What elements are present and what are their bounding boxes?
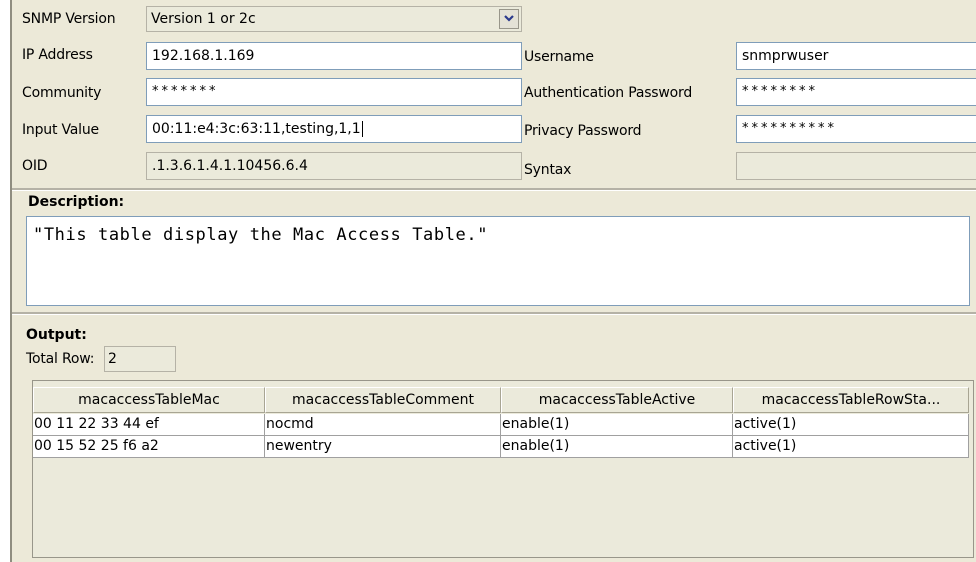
snmp-panel: SNMP Version Version 1 or 2c IP Address … [10, 0, 976, 562]
table-cell[interactable]: active(1) [733, 436, 969, 458]
output-title: Output: [26, 327, 87, 343]
text-cursor [361, 121, 363, 137]
authentication-password-label: Authentication Password [524, 85, 693, 101]
snmp-version-label: SNMP Version [22, 11, 116, 27]
table-row[interactable]: 00 15 52 25 f6 a2 newentry enable(1) act… [33, 436, 973, 458]
authentication-password-field[interactable]: ******** [736, 78, 976, 106]
table-cell[interactable]: enable(1) [501, 436, 733, 458]
input-value-label: Input Value [22, 122, 99, 138]
input-value-field[interactable]: 00:11:e4:3c:63:11,testing,1,1 [146, 115, 522, 143]
snmp-version-select[interactable]: Version 1 or 2c [146, 6, 522, 32]
description-title: Description: [28, 194, 125, 210]
output-table: macaccessTableMac macaccessTableComment … [32, 380, 974, 558]
divider [12, 312, 976, 315]
syntax-label: Syntax [524, 162, 572, 178]
oid-label: OID [22, 158, 48, 174]
table-cell[interactable]: active(1) [733, 414, 969, 436]
ip-address-field[interactable]: 192.168.1.169 [146, 42, 522, 70]
snmp-version-value: Version 1 or 2c [151, 11, 256, 27]
table-cell[interactable]: 00 15 52 25 f6 a2 [33, 436, 265, 458]
total-row-field: 2 [104, 346, 176, 372]
divider [12, 188, 976, 191]
ip-address-label: IP Address [22, 47, 93, 63]
column-header-mac[interactable]: macaccessTableMac [33, 387, 265, 413]
oid-field: .1.3.6.1.4.1.10456.6.4 [146, 152, 522, 180]
column-header-rowstatus[interactable]: macaccessTableRowSta... [733, 387, 969, 413]
username-label: Username [524, 49, 594, 65]
privacy-password-label: Privacy Password [524, 123, 642, 139]
column-header-comment[interactable]: macaccessTableComment [265, 387, 501, 413]
community-field[interactable]: ******* [146, 78, 522, 106]
table-cell[interactable]: nocmd [265, 414, 501, 436]
table-row[interactable]: 00 11 22 33 44 ef nocmd enable(1) active… [33, 414, 973, 436]
table-header: macaccessTableMac macaccessTableComment … [33, 387, 973, 413]
input-value-text: 00:11:e4:3c:63:11,testing,1,1 [152, 121, 361, 137]
table-cell[interactable]: newentry [265, 436, 501, 458]
column-header-active[interactable]: macaccessTableActive [501, 387, 733, 413]
total-row-label: Total Row: [26, 351, 95, 367]
table-cell[interactable]: 00 11 22 33 44 ef [33, 414, 265, 436]
privacy-password-field[interactable]: ********** [736, 115, 976, 143]
table-cell[interactable]: enable(1) [501, 414, 733, 436]
syntax-field [736, 152, 976, 180]
description-box: "This table display the Mac Access Table… [26, 216, 970, 306]
username-field[interactable]: snmprwuser [736, 42, 976, 70]
chevron-down-icon[interactable] [499, 9, 519, 29]
community-label: Community [22, 85, 102, 101]
